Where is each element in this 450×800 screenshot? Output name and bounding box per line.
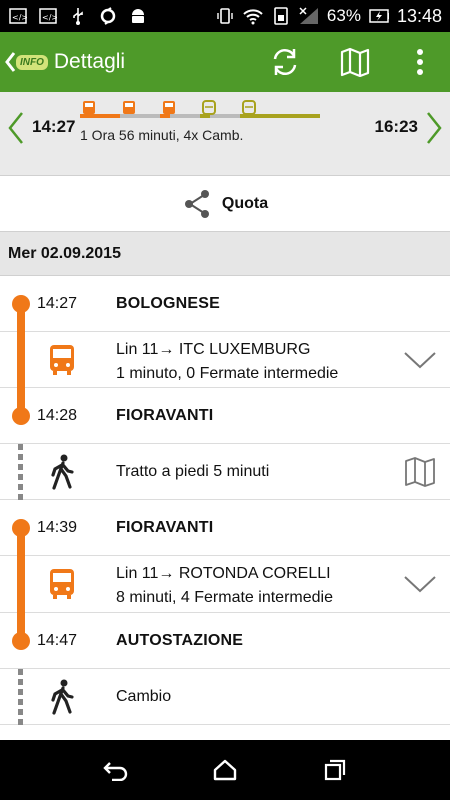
- walk-leg-row[interactable]: Tratto a piedi 5 minuti: [0, 444, 450, 500]
- bus-icon: [123, 101, 135, 114]
- arrival-time: 14:28: [37, 407, 78, 424]
- back-button[interactable]: INFO: [0, 51, 48, 73]
- leg-details: 1 minuto, 0 Fermate intermedie: [116, 365, 339, 382]
- map-icon: [405, 457, 435, 487]
- share-label: Quota: [221, 194, 269, 212]
- battery-charging-icon: [369, 7, 389, 25]
- stop-name: AUTOSTAZIONE: [116, 632, 244, 649]
- walking-icon: [42, 677, 82, 717]
- trip-start-time: 14:27: [32, 117, 76, 136]
- train-icon: [242, 100, 256, 115]
- overflow-menu-icon: [417, 49, 423, 75]
- trip-summary: 14:27 1 Ora 56 minuti, 4x Camb. 16:23: [0, 92, 450, 176]
- bus-icon: [83, 101, 95, 114]
- wifi-icon: [243, 7, 263, 25]
- clock: 13:48: [396, 5, 442, 26]
- stop-row[interactable]: 14:28 FIORAVANTI: [0, 388, 450, 444]
- route-overview: [80, 100, 320, 118]
- change-row[interactable]: Cambio: [0, 669, 450, 725]
- date-header: Mer 02.09.2015: [0, 232, 450, 276]
- stop-row[interactable]: 14:47 AUTOSTAZIONE: [0, 613, 450, 669]
- refresh-icon: [273, 49, 297, 75]
- system-nav-bar: [0, 740, 450, 800]
- code-notification-icon: </>: [8, 7, 28, 25]
- stop-name: FIORAVANTI: [116, 519, 214, 536]
- timeline-line: [17, 528, 25, 556]
- timeline-line: [17, 304, 25, 332]
- timeline-line: [17, 556, 25, 613]
- share-icon: [184, 189, 209, 218]
- departure-time: 14:27: [37, 295, 78, 312]
- leg-details: 8 minuti, 4 Fermate intermedie: [116, 589, 333, 606]
- svg-text:</>: </>: [12, 13, 27, 22]
- system-back-button[interactable]: [93, 748, 137, 792]
- chevron-left-icon: [5, 52, 16, 72]
- map-button[interactable]: [320, 32, 390, 92]
- map-icon: [340, 47, 370, 77]
- walk-map-button[interactable]: [402, 454, 438, 490]
- vibrate-icon: [215, 7, 235, 25]
- line-direction: Lin 11→ ITC LUXEMBURG: [116, 341, 311, 358]
- stop-row[interactable]: 14:27 BOLOGNESE: [0, 276, 450, 332]
- code-notification-icon: </>: [38, 7, 58, 25]
- walk-description: Tratto a piedi 5 minuti: [116, 463, 270, 480]
- trip-end-time: 16:23: [374, 117, 418, 136]
- chevron-down-icon: [404, 576, 436, 593]
- next-trip-button[interactable]: [422, 110, 446, 146]
- arrival-time: 14:47: [37, 632, 78, 649]
- expand-button[interactable]: [402, 342, 438, 378]
- timeline-line: [17, 332, 25, 388]
- back-icon: [103, 762, 128, 781]
- previous-trip-button[interactable]: [4, 110, 28, 146]
- stop-name: FIORAVANTI: [116, 407, 214, 424]
- app-logo: INFO: [16, 54, 48, 70]
- battery-percent: 63%: [326, 6, 361, 25]
- timeline-dot: [12, 632, 30, 650]
- overflow-menu-button[interactable]: [390, 32, 450, 92]
- status-bar: </> </> 63% 13:48: [0, 0, 450, 32]
- bus-leg-row[interactable]: Lin 11→ ROTONDA CORELLI 8 minuti, 4 Ferm…: [0, 556, 450, 613]
- walk-dash-line: [18, 669, 23, 725]
- sync-icon: [98, 7, 118, 25]
- home-icon: [213, 759, 237, 781]
- train-icon: [202, 100, 216, 115]
- bus-icon: [42, 340, 82, 380]
- recents-icon: [324, 759, 346, 781]
- android-icon: [128, 7, 148, 25]
- svg-text:</>: </>: [42, 13, 57, 22]
- system-recents-button[interactable]: [313, 748, 357, 792]
- line-direction: Lin 11→ ROTONDA CORELLI: [116, 565, 331, 582]
- share-button[interactable]: Quota: [0, 176, 450, 232]
- sim-icon: [271, 7, 291, 25]
- app-bar: INFO Dettagli: [0, 32, 450, 92]
- change-description: Cambio: [116, 688, 172, 705]
- signal-icon: [299, 7, 319, 25]
- chevron-down-icon: [404, 352, 436, 369]
- stop-row[interactable]: 14:39 FIORAVANTI: [0, 500, 450, 556]
- bus-icon: [163, 101, 175, 114]
- usb-icon: [68, 7, 88, 25]
- bus-icon: [42, 564, 82, 604]
- walking-icon: [42, 452, 82, 492]
- expand-button[interactable]: [402, 566, 438, 602]
- walk-dash-line: [18, 444, 23, 500]
- trip-duration: 1 Ora 56 minuti, 4x Camb.: [80, 127, 244, 143]
- timeline-dot: [12, 407, 30, 425]
- departure-time: 14:39: [37, 519, 78, 536]
- system-home-button[interactable]: [203, 748, 247, 792]
- stop-name: BOLOGNESE: [116, 295, 221, 312]
- page-title: Dettagli: [53, 50, 126, 73]
- refresh-button[interactable]: [250, 32, 320, 92]
- bus-leg-row[interactable]: Lin 11→ ITC LUXEMBURG 1 minuto, 0 Fermat…: [0, 332, 450, 388]
